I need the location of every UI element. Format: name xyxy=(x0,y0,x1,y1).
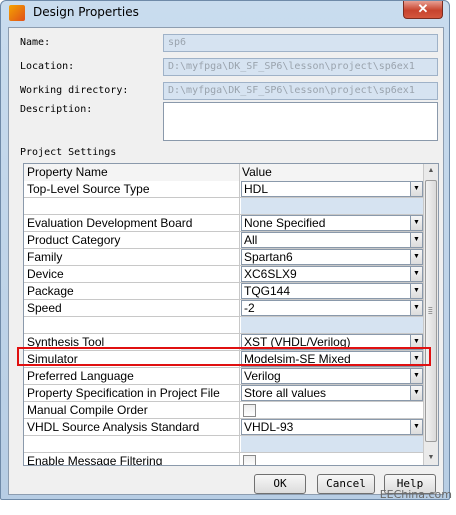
value-dropdown[interactable]: All ▼ xyxy=(241,232,423,248)
description-field[interactable] xyxy=(163,102,438,141)
grip-icon: = = xyxy=(428,304,433,317)
property-name: Product Category xyxy=(24,232,240,249)
property-row[interactable]: Enable Message Filtering xyxy=(24,453,424,465)
property-row[interactable]: Property Specification in Project File St… xyxy=(24,385,424,402)
dropdown-arrow-icon[interactable]: ▼ xyxy=(410,301,422,315)
blank-value-cell xyxy=(241,436,423,452)
title-bar[interactable]: Design Properties ✕ xyxy=(1,1,449,25)
checkbox[interactable] xyxy=(243,455,256,465)
location-field[interactable]: D:\myfpga\DK_SF_SP6\lesson\project\sp6ex… xyxy=(163,58,438,76)
scroll-up-icon[interactable]: ▲ xyxy=(424,164,438,178)
value-dropdown[interactable]: XC6SLX9 ▼ xyxy=(241,266,423,282)
dropdown-arrow-icon[interactable]: ▼ xyxy=(410,386,422,400)
dropdown-arrow-icon[interactable]: ▼ xyxy=(410,216,422,230)
working-directory-label: Working directory: xyxy=(20,85,129,96)
dropdown-arrow-icon[interactable]: ▼ xyxy=(410,420,422,434)
cancel-button[interactable]: Cancel xyxy=(317,474,375,494)
project-settings-label: Project Settings xyxy=(20,147,117,158)
checkbox[interactable] xyxy=(243,404,256,417)
property-row[interactable]: Device XC6SLX9 ▼ xyxy=(24,266,424,283)
dropdown-value: -2 xyxy=(244,301,255,315)
property-row[interactable]: VHDL Source Analysis Standard VHDL-93 ▼ xyxy=(24,419,424,436)
watermark: EEChina.com xyxy=(379,488,452,501)
property-row[interactable]: Evaluation Development Board None Specifi… xyxy=(24,215,424,232)
value-dropdown[interactable]: None Specified ▼ xyxy=(241,215,423,231)
property-name: Speed xyxy=(24,300,240,317)
blank-value-cell xyxy=(241,317,423,333)
name-label: Name: xyxy=(20,37,51,48)
property-name: Family xyxy=(24,249,240,266)
property-name: Property Specification in Project File xyxy=(24,385,240,402)
location-label: Location: xyxy=(20,61,75,72)
property-row[interactable] xyxy=(24,436,424,453)
dialog-body: Name: sp6 Location: D:\myfpga\DK_SF_SP6\… xyxy=(8,27,444,495)
dropdown-arrow-icon[interactable]: ▼ xyxy=(410,233,422,247)
column-header-value: Value xyxy=(240,164,424,181)
dropdown-arrow-icon[interactable]: ▼ xyxy=(410,369,422,383)
property-row[interactable]: Manual Compile Order xyxy=(24,402,424,419)
app-icon xyxy=(9,5,25,21)
design-properties-dialog: Design Properties ✕ Name: sp6 Location: … xyxy=(0,0,450,500)
property-name: Preferred Language xyxy=(24,368,240,385)
dropdown-value: Spartan6 xyxy=(244,250,293,264)
value-dropdown[interactable]: TQG144 ▼ xyxy=(241,283,423,299)
property-name: Device xyxy=(24,266,240,283)
property-name: Enable Message Filtering xyxy=(24,453,240,465)
scroll-down-icon[interactable]: ▼ xyxy=(424,451,438,465)
dropdown-value: VHDL-93 xyxy=(244,420,294,434)
value-dropdown[interactable]: Store all values ▼ xyxy=(241,385,423,401)
description-label: Description: xyxy=(20,104,93,115)
blank-property-cell xyxy=(24,317,240,334)
column-header-property: Property Name xyxy=(24,164,240,181)
property-name: Evaluation Development Board xyxy=(24,215,240,232)
property-row[interactable] xyxy=(24,198,424,215)
working-directory-field[interactable]: D:\myfpga\DK_SF_SP6\lesson\project\sp6ex… xyxy=(163,82,438,100)
value-dropdown[interactable]: Verilog ▼ xyxy=(241,368,423,384)
ok-button[interactable]: OK xyxy=(254,474,306,494)
dropdown-value: Store all values xyxy=(244,386,327,400)
dropdown-arrow-icon[interactable]: ▼ xyxy=(410,284,422,298)
property-name: VHDL Source Analysis Standard xyxy=(24,419,240,436)
dropdown-arrow-icon[interactable]: ▼ xyxy=(410,250,422,264)
property-row[interactable]: Family Spartan6 ▼ xyxy=(24,249,424,266)
grid-header: Property Name Value xyxy=(24,164,424,181)
close-button[interactable]: ✕ xyxy=(403,1,443,19)
dropdown-arrow-icon[interactable]: ▼ xyxy=(410,267,422,281)
property-name: Top-Level Source Type xyxy=(24,181,240,198)
dropdown-value: HDL xyxy=(244,182,269,196)
property-row[interactable]: Speed -2 ▼ xyxy=(24,300,424,317)
property-name: Manual Compile Order xyxy=(24,402,240,419)
name-field[interactable]: sp6 xyxy=(163,34,438,52)
property-row[interactable]: Top-Level Source Type HDL ▼ xyxy=(24,181,424,198)
dropdown-value: Verilog xyxy=(244,369,281,383)
blank-property-cell xyxy=(24,436,240,453)
dropdown-value: All xyxy=(244,233,258,247)
vertical-scrollbar[interactable]: ▲ = = ▼ xyxy=(423,164,438,465)
value-dropdown[interactable]: -2 ▼ xyxy=(241,300,423,316)
value-dropdown[interactable]: HDL ▼ xyxy=(241,181,423,197)
property-row[interactable]: Package TQG144 ▼ xyxy=(24,283,424,300)
property-row[interactable]: Preferred Language Verilog ▼ xyxy=(24,368,424,385)
dropdown-arrow-icon[interactable]: ▼ xyxy=(410,182,422,196)
property-row[interactable] xyxy=(24,317,424,334)
value-dropdown[interactable]: Spartan6 ▼ xyxy=(241,249,423,265)
blank-property-cell xyxy=(24,198,240,215)
property-row[interactable]: Product Category All ▼ xyxy=(24,232,424,249)
property-name: Package xyxy=(24,283,240,300)
blank-value-cell xyxy=(241,198,423,214)
simulator-highlight-box xyxy=(17,347,431,366)
dropdown-value: None Specified xyxy=(244,216,326,230)
dropdown-value: XC6SLX9 xyxy=(244,267,297,281)
scroll-thumb[interactable]: = = xyxy=(425,180,437,442)
dropdown-value: TQG144 xyxy=(244,284,291,298)
window-title: Design Properties xyxy=(33,5,139,19)
property-grid: Property Name Value Top-Level Source Type H… xyxy=(23,163,439,466)
value-dropdown[interactable]: VHDL-93 ▼ xyxy=(241,419,423,435)
